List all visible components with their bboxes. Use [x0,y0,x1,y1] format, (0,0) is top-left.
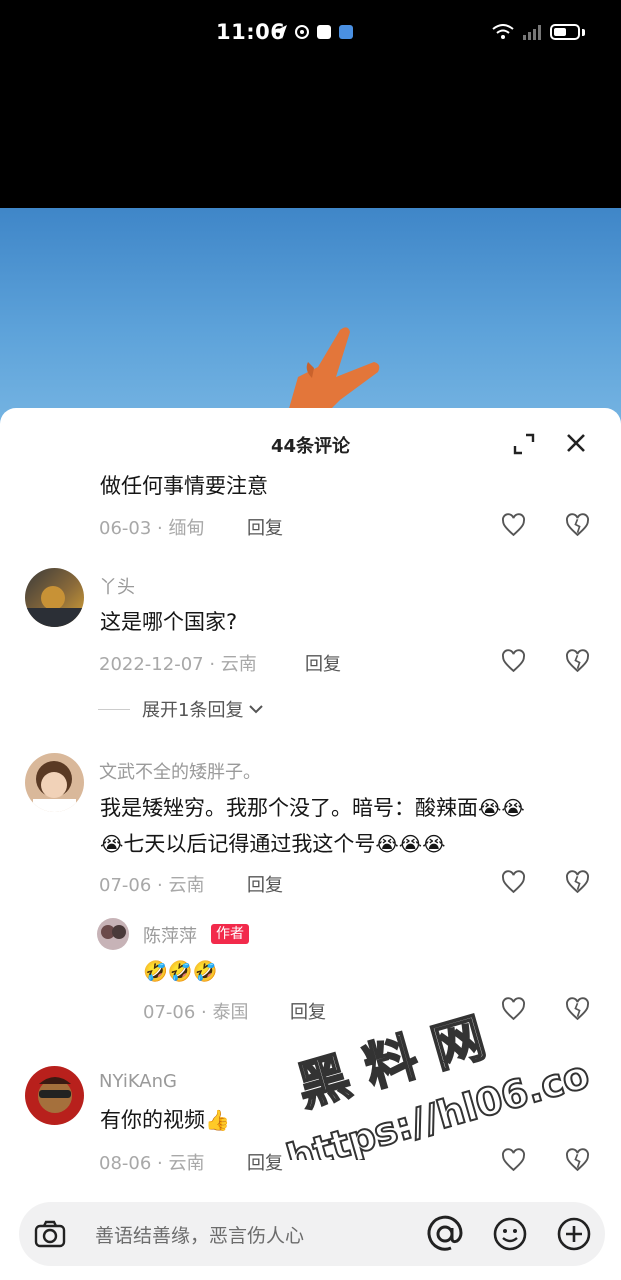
avatar[interactable] [25,1066,84,1125]
heart-icon[interactable] [501,1148,526,1173]
comment-input-bar[interactable]: 善语结善缘，恶言伤人心 [19,1202,605,1266]
chevron-down-icon [249,705,264,714]
reply-text: 🤣🤣🤣 [143,953,218,989]
broken-heart-icon[interactable] [565,649,590,674]
broken-heart-icon[interactable] [565,997,590,1022]
heart-icon[interactable] [501,870,526,895]
close-icon[interactable] [563,430,589,456]
crying-emoji: 😭😭😭 [375,832,446,856]
comment-meta: 06-03 · 缅甸 [99,518,205,539]
heart-icon[interactable] [501,997,526,1022]
comment-meta: 08-06 · 云南 [99,1153,205,1174]
comment-text-line1: 我是矮矬穷。我那个没了。暗号：酸辣面 [100,796,478,820]
status-bar: 11:06 [0,0,621,58]
avatar[interactable] [25,753,84,812]
status-notifications [272,24,354,40]
comments-sheet: 44条评论 做任何事情要注意 06-03 · 缅甸 回复 丫头 这是哪个国家? … [0,408,621,1280]
comment-text: 这是哪个国家? [100,610,238,634]
reply-button[interactable]: 回复 [247,871,283,897]
expand-replies-label: 展开1条回复 [142,700,244,721]
wifi-icon [492,24,514,39]
divider [98,708,130,710]
avatar[interactable] [25,568,84,627]
reply-button[interactable]: 回复 [290,998,326,1024]
comment-username[interactable]: 丫头 [99,573,135,599]
thumbs-up-emoji: 👍 [205,1108,230,1132]
reply-button[interactable]: 回复 [247,1149,283,1175]
laughing-emoji: 🤣🤣🤣 [143,959,218,983]
comment-text-body: 有你的视频 [100,1108,205,1132]
heart-icon[interactable] [501,649,526,674]
battery-icon [550,24,580,40]
broken-heart-icon[interactable] [565,513,590,538]
at-icon[interactable] [425,1214,465,1254]
comment-text: 我是矮矬穷。我那个没了。暗号：酸辣面😭😭 😭七天以后记得通过我这个号😭😭😭 [100,790,525,862]
camera-icon[interactable] [33,1218,67,1250]
reply-username[interactable]: 陈萍萍 [143,922,197,948]
signal-icon [523,25,541,40]
battery-tip [582,28,585,36]
smile-icon[interactable] [492,1216,528,1252]
crying-emoji: 😭😭 [478,796,525,820]
comment-username[interactable]: NYiKAnG [99,1071,177,1092]
broken-heart-icon[interactable] [565,870,590,895]
video-area[interactable] [0,58,621,208]
crying-emoji: 😭 [100,832,124,856]
reply-avatar[interactable] [97,918,129,950]
app2-icon [339,25,353,39]
status-system [492,24,585,40]
author-badge: 作者 [211,924,249,944]
heart-icon[interactable] [501,513,526,538]
send-icon [273,25,287,39]
expand-icon[interactable] [512,432,536,456]
broken-heart-icon[interactable] [565,1148,590,1173]
comment-input[interactable]: 善语结善缘，恶言伤人心 [95,1221,304,1248]
plus-icon[interactable] [556,1216,592,1252]
reply-button[interactable]: 回复 [247,514,283,540]
peace-hand-image [288,327,380,412]
nfc-icon [295,25,309,39]
comment-meta: 07-06 · 云南 [99,875,205,896]
expand-replies-button[interactable]: 展开1条回复 [98,696,265,722]
comment-text: 有你的视频👍 [100,1102,230,1138]
comment-text: 做任何事情要注意 [100,474,268,498]
app-icon [317,25,331,39]
reply-meta: 07-06 · 泰国 [143,1002,249,1023]
reply-button[interactable]: 回复 [305,650,341,676]
comment-username[interactable]: 文武不全的矮胖子。 [99,758,261,784]
comment-meta: 2022-12-07 · 云南 [99,654,257,675]
comment-text-line2: 七天以后记得通过我这个号 [123,832,376,856]
